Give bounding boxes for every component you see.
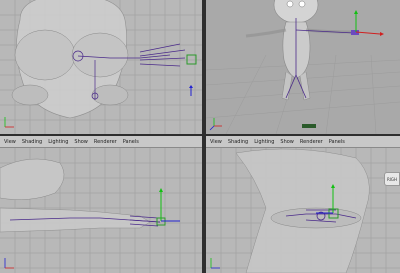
menu-show[interactable]: Show [280, 136, 294, 148]
panel-menu-bar-bottom-right: View Shading Lighting Show Renderer Pane… [206, 136, 400, 148]
menu-renderer[interactable]: Renderer [300, 136, 323, 148]
viewport-persp-canvas[interactable] [206, 0, 400, 134]
viewport-side[interactable]: RIGH [206, 148, 400, 273]
viewport-front-canvas[interactable] [0, 0, 202, 134]
view-axis-indicator [4, 117, 14, 128]
panel-menu-bar-bottom-left: View Shading Lighting Show Renderer Pane… [0, 136, 202, 148]
viewport-top[interactable] [0, 148, 202, 273]
menu-view[interactable]: View [210, 136, 222, 148]
menu-panels[interactable]: Panels [329, 136, 345, 148]
viewport-front[interactable] [0, 0, 202, 134]
menu-show[interactable]: Show [74, 136, 88, 148]
character-body-mesh[interactable] [245, 0, 352, 101]
side-view-tab[interactable]: RIGH [384, 172, 400, 186]
viewport-top-canvas[interactable] [0, 148, 202, 273]
panel-menu-right: View Shading Lighting Show Renderer Pane… [210, 136, 345, 148]
panel-menu-left: View Shading Lighting Show Renderer Pane… [4, 136, 139, 148]
menu-shading[interactable]: Shading [22, 136, 42, 148]
side-axis-indicator [210, 258, 220, 269]
menu-renderer[interactable]: Renderer [94, 136, 117, 148]
menu-panels[interactable]: Panels [123, 136, 139, 148]
menu-shading[interactable]: Shading [228, 136, 248, 148]
character-head-mesh[interactable] [11, 0, 129, 119]
persp-camera-label [302, 124, 316, 128]
viewport-persp[interactable] [206, 0, 400, 134]
side-body-mesh[interactable] [235, 148, 370, 273]
top-axis-indicator [4, 258, 14, 269]
menu-lighting[interactable]: Lighting [48, 136, 68, 148]
menu-lighting[interactable]: Lighting [254, 136, 274, 148]
move-manipulator[interactable] [189, 85, 193, 96]
viewport-side-canvas[interactable] [206, 148, 400, 273]
wrist-control-box[interactable] [186, 54, 197, 65]
persp-axis-indicator [209, 118, 222, 131]
menu-view[interactable]: View [4, 136, 16, 148]
persp-move-manipulator[interactable] [354, 10, 384, 36]
